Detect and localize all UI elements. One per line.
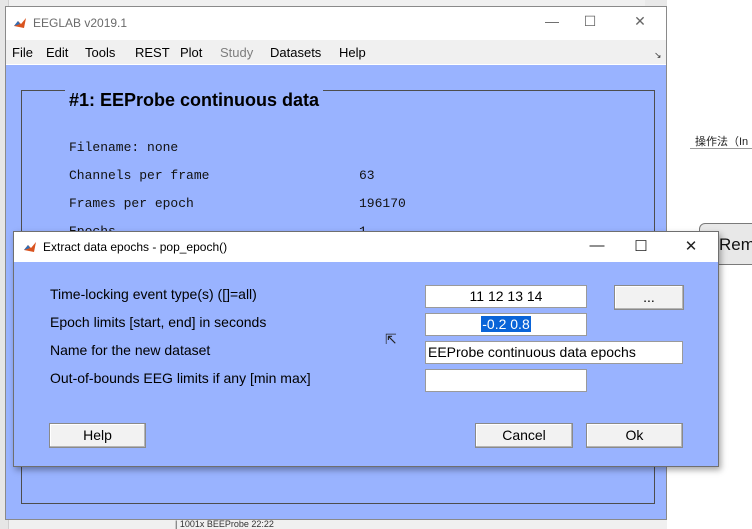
- epoch-limits-input[interactable]: -0.2 0.8: [425, 313, 587, 336]
- eeg-limits-input[interactable]: [425, 369, 587, 392]
- event-type-label: Time-locking event type(s) ([]=all): [50, 286, 257, 302]
- background-divider: [690, 148, 752, 149]
- menu-bar: File Edit Tools REST Plot Study Datasets…: [6, 40, 666, 64]
- browse-events-button[interactable]: ...: [614, 285, 684, 310]
- info-label-channels: Channels per frame: [69, 168, 210, 183]
- dataset-name-input[interactable]: EEProbe continuous data epochs: [425, 341, 683, 364]
- menu-corner-arrow-icon: ↘: [654, 50, 662, 60]
- menu-file[interactable]: File: [12, 45, 33, 60]
- info-label-filename: Filename: none: [69, 140, 179, 155]
- main-titlebar: EEGLAB v2019.1 — ☐ ✕: [6, 7, 666, 39]
- maximize-button[interactable]: ☐: [570, 13, 610, 30]
- help-button[interactable]: Help: [49, 423, 146, 448]
- eeg-limits-label: Out-of-bounds EEG limits if any [min max…: [50, 370, 311, 386]
- menu-plot[interactable]: Plot: [180, 45, 202, 60]
- main-window-title: EEGLAB v2019.1: [33, 16, 128, 30]
- dataset-name-label: Name for the new dataset: [50, 342, 211, 358]
- minimize-button[interactable]: —: [532, 13, 572, 29]
- info-label-frames: Frames per epoch: [69, 196, 194, 211]
- ok-button[interactable]: Ok: [586, 423, 683, 448]
- info-value-channels: 63: [359, 168, 375, 183]
- matlab-icon: [23, 240, 37, 254]
- close-button[interactable]: ✕: [620, 13, 660, 30]
- menu-rest[interactable]: REST: [135, 45, 170, 60]
- matlab-icon: [13, 16, 27, 30]
- dialog-close-button[interactable]: ✕: [676, 237, 706, 255]
- dialog-titlebar: Extract data epochs - pop_epoch() — ☐ ✕: [14, 232, 718, 262]
- menu-edit[interactable]: Edit: [46, 45, 68, 60]
- cancel-button[interactable]: Cancel: [475, 423, 573, 448]
- menu-study[interactable]: Study: [220, 45, 253, 60]
- dataset-title: #1: EEProbe continuous data: [65, 90, 324, 111]
- selected-text: -0.2 0.8: [481, 316, 531, 332]
- event-type-input[interactable]: 11 12 13 14: [425, 285, 587, 308]
- background-label: 操作法（In: [695, 136, 749, 148]
- menu-datasets[interactable]: Datasets: [270, 45, 321, 60]
- info-value-frames: 196170: [359, 196, 406, 211]
- extract-epochs-dialog: Extract data epochs - pop_epoch() — ☐ ✕ …: [13, 231, 719, 467]
- epoch-limits-label: Epoch limits [start, end] in seconds: [50, 314, 267, 330]
- dialog-maximize-button[interactable]: ☐: [626, 237, 656, 255]
- background-status-text: | 1001x BEEProbe 22:22: [175, 519, 274, 529]
- dialog-minimize-button[interactable]: —: [582, 237, 612, 254]
- dialog-title: Extract data epochs - pop_epoch(): [43, 240, 228, 254]
- menu-tools[interactable]: Tools: [85, 45, 115, 60]
- mouse-cursor-icon: ⇱: [385, 331, 397, 347]
- menu-help[interactable]: Help: [339, 45, 366, 60]
